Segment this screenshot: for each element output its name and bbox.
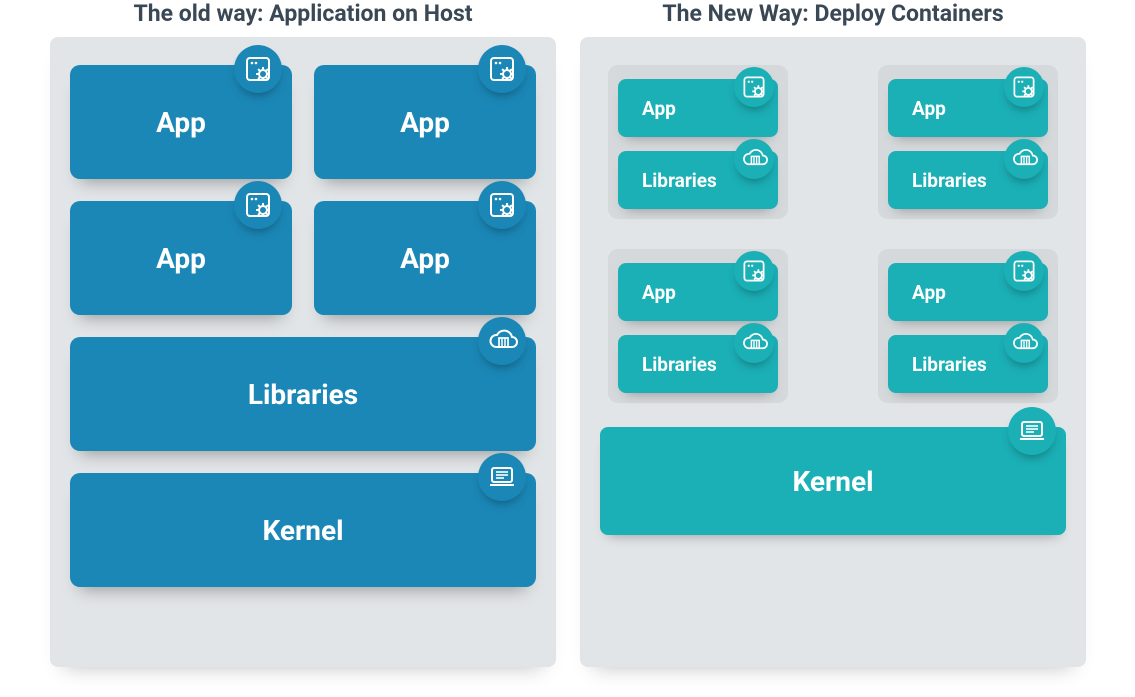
app-gear-icon: [734, 251, 774, 291]
cloud-lib-icon: [478, 317, 526, 365]
new-way-title: The New Way: Deploy Containers: [662, 0, 1003, 27]
cloud-lib-icon: [1004, 323, 1044, 363]
old-way-panel: App App App: [50, 37, 556, 667]
app-label: App: [642, 97, 676, 120]
old-way-column: The old way: Application on Host App App…: [50, 0, 556, 667]
app-label: App: [642, 281, 676, 304]
libraries-label: Libraries: [642, 169, 717, 192]
old-app-block: App: [314, 201, 536, 315]
old-app-block: App: [70, 65, 292, 179]
app-label: App: [400, 242, 450, 275]
app-label: App: [156, 242, 206, 275]
kernel-laptop-icon: [478, 453, 526, 501]
app-gear-icon: [234, 181, 282, 229]
cloud-lib-icon: [1004, 139, 1044, 179]
container-lib-block: Libraries: [888, 151, 1048, 209]
libraries-label: Libraries: [248, 378, 358, 411]
new-kernel-block: Kernel: [600, 427, 1066, 535]
kernel-label: Kernel: [262, 514, 343, 547]
app-gear-icon: [1004, 67, 1044, 107]
container-group: App Libraries: [608, 65, 788, 219]
container-app-block: App: [888, 79, 1048, 137]
app-gear-icon: [478, 45, 526, 93]
container-lib-block: Libraries: [888, 335, 1048, 393]
old-apps-grid: App App App: [70, 65, 536, 315]
cloud-lib-icon: [734, 139, 774, 179]
app-gear-icon: [234, 45, 282, 93]
old-app-block: App: [70, 201, 292, 315]
old-libraries-block: Libraries: [70, 337, 536, 451]
old-app-block: App: [314, 65, 536, 179]
container-grid: App Libraries App: [600, 65, 1066, 403]
app-gear-icon: [478, 181, 526, 229]
diagram-root: The old way: Application on Host App App…: [0, 0, 1135, 667]
container-lib-block: Libraries: [618, 335, 778, 393]
container-group: App Libraries: [878, 65, 1058, 219]
app-label: App: [156, 106, 206, 139]
old-way-title: The old way: Application on Host: [133, 0, 472, 27]
kernel-label: Kernel: [792, 465, 873, 498]
kernel-laptop-icon: [1008, 407, 1056, 455]
container-app-block: App: [888, 263, 1048, 321]
container-group: App Libraries: [608, 249, 788, 403]
container-group: App Libraries: [878, 249, 1058, 403]
libraries-label: Libraries: [912, 169, 987, 192]
new-way-column: The New Way: Deploy Containers App Libra…: [580, 0, 1086, 667]
container-lib-block: Libraries: [618, 151, 778, 209]
old-kernel-block: Kernel: [70, 473, 536, 587]
libraries-label: Libraries: [642, 353, 717, 376]
container-app-block: App: [618, 263, 778, 321]
app-gear-icon: [1004, 251, 1044, 291]
cloud-lib-icon: [734, 323, 774, 363]
container-app-block: App: [618, 79, 778, 137]
libraries-label: Libraries: [912, 353, 987, 376]
app-label: App: [400, 106, 450, 139]
app-label: App: [912, 97, 946, 120]
app-label: App: [912, 281, 946, 304]
new-way-panel: App Libraries App: [580, 37, 1086, 667]
app-gear-icon: [734, 67, 774, 107]
